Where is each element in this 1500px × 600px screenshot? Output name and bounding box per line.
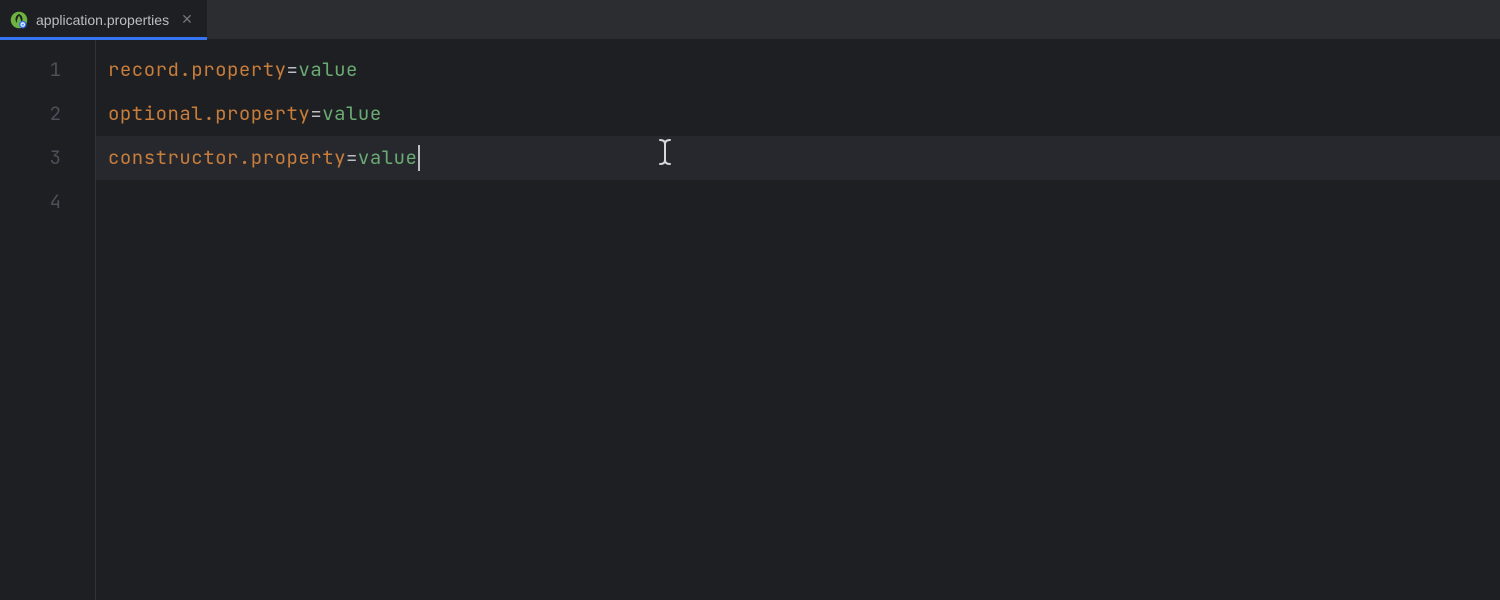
property-value: value [322, 92, 382, 136]
line-number-gutter: 1234 [0, 40, 96, 600]
property-key: optional.property [108, 92, 310, 136]
tab-bar: application.properties ✕ [0, 0, 1500, 40]
code-line[interactable] [96, 180, 1500, 224]
property-value: value [298, 48, 358, 92]
code-line[interactable]: constructor.property=value [96, 136, 1500, 180]
equals-sign: = [310, 92, 322, 136]
editor: 1234 record.property=valueoptional.prope… [0, 40, 1500, 600]
line-number: 2 [0, 92, 95, 136]
property-value: value [358, 136, 418, 180]
equals-sign: = [287, 48, 299, 92]
caret [418, 145, 420, 171]
code-area[interactable]: record.property=valueoptional.property=v… [96, 40, 1500, 600]
property-key: record.property [108, 48, 287, 92]
tab-application-properties[interactable]: application.properties ✕ [0, 0, 207, 39]
line-number: 1 [0, 48, 95, 92]
code-line[interactable]: optional.property=value [96, 92, 1500, 136]
line-number: 4 [0, 180, 95, 224]
line-number: 3 [0, 136, 95, 180]
spring-boot-icon [10, 11, 28, 29]
code-line[interactable]: record.property=value [96, 48, 1500, 92]
close-icon[interactable]: ✕ [181, 11, 193, 28]
tab-label: application.properties [36, 12, 169, 28]
equals-sign: = [346, 136, 358, 180]
property-key: constructor.property [108, 136, 346, 180]
